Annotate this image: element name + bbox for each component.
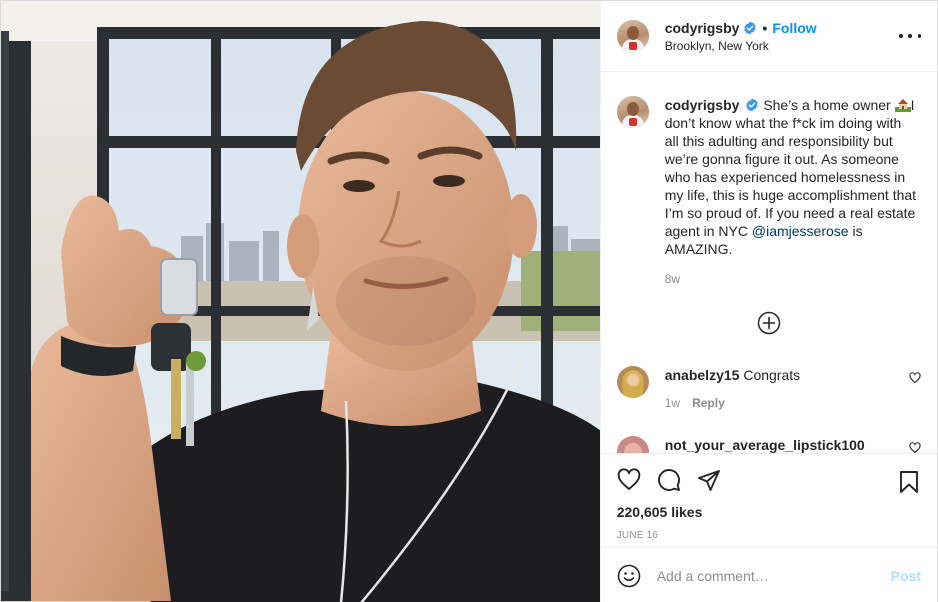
caption-text: codyrigsby She’s a home owner I don’t kn… xyxy=(665,96,917,258)
author-avatar[interactable] xyxy=(616,20,649,52)
smiley-face-icon[interactable] xyxy=(617,564,641,588)
bookmark-icon[interactable] xyxy=(897,470,921,494)
likes-count[interactable]: 220,605 likes xyxy=(617,504,921,520)
comment-item: not_your_average_lipstick100 xyxy=(616,436,921,453)
caption: codyrigsby She’s a home owner I don’t kn… xyxy=(616,72,921,286)
post-actions: 220,605 likes JUNE 16 Post xyxy=(600,453,937,602)
comments-section[interactable]: codyrigsby She’s a home owner I don’t kn… xyxy=(601,72,937,453)
reply-button[interactable]: Reply xyxy=(692,396,725,410)
comment-item: anabelzy15 Congrats 1w Reply xyxy=(616,366,921,410)
author-username[interactable]: cody​rigsby xyxy=(665,20,740,36)
post-side-panel: cody​rigsby • Follow Brooklyn, New York xyxy=(599,1,937,602)
photo-illustration xyxy=(1,1,600,602)
verified-badge-icon xyxy=(746,98,759,112)
post-photo[interactable] xyxy=(1,1,600,602)
caption-username[interactable]: codyrigsby xyxy=(665,97,740,113)
post-date[interactable]: JUNE 16 xyxy=(617,530,921,541)
paper-plane-icon[interactable] xyxy=(697,468,721,492)
caption-time[interactable]: 8w xyxy=(665,272,917,286)
add-comment-bar: Post xyxy=(600,547,937,602)
comment-meta: 1w Reply xyxy=(665,396,921,410)
caption-text-part-1: She’s a home owner xyxy=(763,97,895,113)
heart-outline-icon[interactable] xyxy=(909,372,921,384)
comment-avatar[interactable] xyxy=(616,436,649,453)
house-with-garden-emoji xyxy=(894,99,911,112)
comment-text-line: not_your_average_lipstick100 xyxy=(665,436,921,453)
separator-dot: • xyxy=(762,19,768,36)
instagram-post: cody​rigsby • Follow Brooklyn, New York xyxy=(0,0,938,602)
comment-time[interactable]: 1w xyxy=(665,396,680,410)
load-more-comments xyxy=(601,311,937,335)
post-location[interactable]: Brooklyn, New York xyxy=(665,39,817,53)
comment-body: not_your_average_lipstick100 xyxy=(665,436,921,453)
comment-text-line: anabelzy15 Congrats xyxy=(665,366,921,384)
mention-link[interactable]: @iamjesserose xyxy=(752,223,849,239)
comment-text: Congrats xyxy=(743,367,801,383)
comment-bubble-icon[interactable] xyxy=(657,468,681,492)
author-line: cody​rigsby • Follow xyxy=(665,20,817,36)
author-info: cody​rigsby • Follow Brooklyn, New York xyxy=(665,20,817,53)
caption-text-part-2: I don’t know what the f*ck im doing with… xyxy=(664,97,917,239)
heart-outline-icon[interactable] xyxy=(617,468,641,492)
comment-body: anabelzy15 Congrats 1w Reply xyxy=(665,366,921,410)
caption-avatar[interactable] xyxy=(616,96,649,128)
action-icons xyxy=(617,454,921,500)
more-options-icon[interactable] xyxy=(899,28,921,44)
comment-username[interactable]: anabelzy15 xyxy=(665,367,740,383)
post-header: cody​rigsby • Follow Brooklyn, New York xyxy=(600,1,937,72)
plus-circle-icon[interactable] xyxy=(757,311,781,335)
follow-button[interactable]: Follow xyxy=(772,20,816,36)
verified-badge-icon xyxy=(744,21,757,34)
heart-outline-icon[interactable] xyxy=(909,442,921,453)
post-comment-button[interactable]: Post xyxy=(891,568,921,584)
comment-avatar[interactable] xyxy=(616,366,649,398)
caption-body: codyrigsby She’s a home owner I don’t kn… xyxy=(665,96,917,286)
comment-username[interactable]: not_your_average_lipstick100 xyxy=(665,437,865,453)
add-comment-input[interactable] xyxy=(656,567,891,584)
